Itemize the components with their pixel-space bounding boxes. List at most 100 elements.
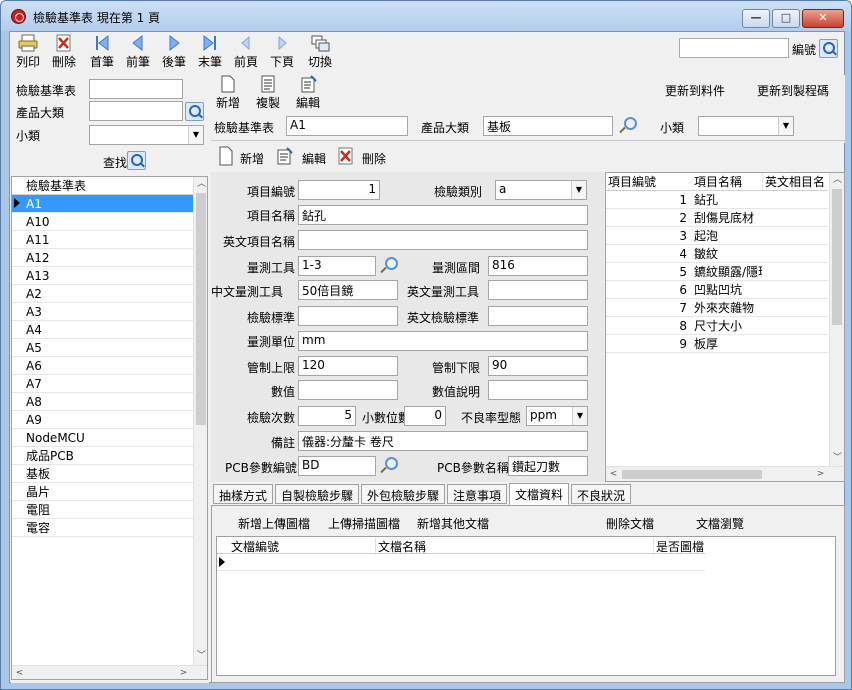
delete-document-button[interactable]: 刪除文檔 [606,515,654,532]
scroll-left-icon[interactable]: < [606,467,621,481]
en-tool-input[interactable] [488,280,588,300]
table-row[interactable]: 7 外來夾雜物 [606,299,828,317]
scroll-up-icon[interactable]: ︿ [194,177,207,191]
switch-button[interactable]: 切換 [306,34,334,70]
last-record-button[interactable]: 末筆 [196,34,224,70]
new-document-row[interactable] [217,554,705,571]
list-item[interactable]: A13 [12,267,194,285]
scroll-thumb[interactable] [622,470,762,479]
master-subcategory-select[interactable]: ▼ [698,116,794,136]
master-category-input[interactable]: 基板 [483,116,613,136]
add-scan-button[interactable]: 上傳掃描圖檔 [328,515,400,532]
scroll-left-icon[interactable]: < [12,666,27,679]
tab-notes[interactable]: 注意事項 [447,484,508,504]
filter-subcategory-select[interactable]: ▼ [89,125,204,145]
note-input[interactable]: 儀器:分釐卡 卷尺 [298,431,588,451]
scroll-down-icon[interactable]: ﹀ [830,451,844,465]
cn-tool-input[interactable]: 50倍目鏡 [298,280,398,300]
table-row[interactable]: 2 刮傷見底材 [606,209,828,227]
numeric-input[interactable] [298,380,398,400]
item-no-input[interactable]: 1 [298,180,380,200]
browse-document-button[interactable]: 文檔瀏覽 [696,515,744,532]
top-search-input[interactable] [679,38,789,58]
item-grid-horizontal-scrollbar[interactable]: < > [606,466,844,481]
standard-input[interactable] [298,306,398,326]
item-grid-vertical-scrollbar[interactable]: ︿ ﹀ [829,173,844,466]
scroll-down-icon[interactable]: ﹀ [194,649,207,663]
unit-input[interactable]: mm [298,331,588,351]
scroll-thumb[interactable] [196,193,206,425]
prev-page-button[interactable]: 前頁 [232,34,260,70]
table-row[interactable]: 5 鑣紋顯露/隱現 [606,263,828,281]
pcb-no-search-icon[interactable] [378,456,398,475]
minimize-button[interactable]: — [742,9,770,28]
delete-button[interactable]: 刪除 [50,34,78,70]
lower-input[interactable]: 90 [488,356,588,376]
table-row[interactable]: 9 板厚 [606,335,828,353]
list-item[interactable]: A4 [12,321,194,339]
list-item[interactable]: 基板 [12,465,194,483]
tool-input[interactable]: 1-3 [298,256,376,276]
list-item[interactable]: 晶片 [12,483,194,501]
scroll-up-icon[interactable]: ︿ [830,173,844,187]
count-input[interactable]: 5 [298,406,356,426]
list-item[interactable]: A9 [12,411,194,429]
filter-standard-input[interactable] [89,79,183,99]
detail-delete-button[interactable]: 刪除 [362,150,386,167]
list-item[interactable]: A5 [12,339,194,357]
detail-edit-button[interactable]: 編輯 [302,150,326,167]
pcb-name-input[interactable]: 鑽起刀數 [508,456,588,476]
decimal-input[interactable]: 0 [404,406,446,426]
scroll-right-icon[interactable]: > [813,467,828,481]
tab-documents[interactable]: 文檔資料 [509,483,570,505]
list-item[interactable]: A8 [12,393,194,411]
list-item[interactable]: 電容 [12,519,194,537]
list-item[interactable]: A10 [12,213,194,231]
table-row[interactable]: 8 尺寸大小 [606,317,828,335]
filter-category-search-icon[interactable] [185,102,204,121]
list-item[interactable]: A6 [12,357,194,375]
list-item[interactable]: 電阻 [12,501,194,519]
next-record-button[interactable]: 後筆 [160,34,188,70]
defect-select[interactable]: ppm ▼ [526,406,588,426]
list-item[interactable]: NodeMCU [12,429,194,447]
add-other-button[interactable]: 新增其他文檔 [417,515,489,532]
numeric-desc-input[interactable] [488,380,588,400]
item-name-input[interactable]: 鉆孔 [298,205,588,225]
pcb-no-input[interactable]: BD [298,456,376,476]
tool-search-icon[interactable] [378,256,398,275]
table-row[interactable]: 3 起泡 [606,227,828,245]
table-row[interactable]: 4 皺紋 [606,245,828,263]
next-page-button[interactable]: 下頁 [268,34,296,70]
table-row[interactable]: 1 鉆孔 [606,191,828,209]
list-horizontal-scrollbar[interactable]: < > [12,665,207,679]
tab-outsourced-steps[interactable]: 外包檢驗步驟 [361,484,446,504]
header-new-button[interactable]: 新增 [213,75,243,111]
header-copy-button[interactable]: 複製 [253,75,283,111]
en-item-name-input[interactable] [298,230,588,250]
list-item[interactable]: A7 [12,375,194,393]
upper-input[interactable]: 120 [298,356,398,376]
header-edit-button[interactable]: 編輯 [293,75,323,111]
top-search-icon[interactable] [819,39,838,58]
tab-defects[interactable]: 不良狀況 [571,484,632,504]
master-category-search-icon[interactable] [617,116,637,135]
list-item[interactable]: A11 [12,231,194,249]
scroll-right-icon[interactable]: > [176,666,191,679]
find-button[interactable] [127,151,146,170]
check-type-select[interactable]: a ▼ [495,180,587,200]
en-standard-input[interactable] [488,306,588,326]
add-image-button[interactable]: 新增上傳圖檔 [238,515,310,532]
update-material-button[interactable]: 更新到料件 [665,82,725,99]
list-item[interactable]: A1 [12,195,194,213]
list-item[interactable]: A3 [12,303,194,321]
list-item[interactable]: 成品PCB [12,447,194,465]
list-item[interactable]: A12 [12,249,194,267]
print-button[interactable]: 列印 [14,34,42,70]
detail-new-button[interactable]: 新增 [240,150,264,167]
close-button[interactable]: ✕ [802,9,844,28]
maximize-button[interactable]: □ [772,9,800,28]
scroll-thumb[interactable] [832,189,842,325]
prev-record-button[interactable]: 前筆 [124,34,152,70]
master-standard-input[interactable]: A1 [286,116,408,136]
